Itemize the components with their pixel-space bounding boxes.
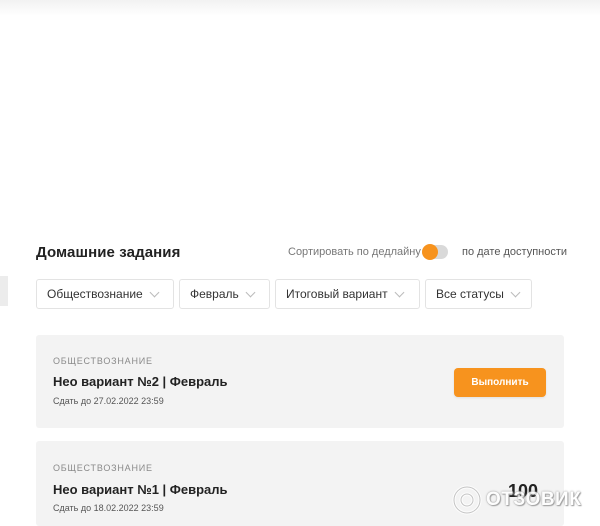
- top-blank-area: [0, 0, 600, 222]
- sort-toggle[interactable]: [422, 244, 448, 260]
- top-shade: [0, 0, 600, 16]
- chevron-down-icon: [394, 287, 405, 297]
- page-title: Домашние задания: [36, 244, 181, 261]
- sort-availability-label: по дате доступности: [462, 246, 568, 258]
- filter-month-label: Февраль: [190, 287, 239, 301]
- chevron-down-icon: [149, 287, 160, 297]
- header-row: Домашние задания Сортировать по дедлайну…: [36, 242, 568, 264]
- chevron-down-icon: [245, 287, 256, 297]
- otzovik-logo-icon: [452, 485, 482, 515]
- chevron-down-icon: [510, 287, 521, 297]
- watermark-text: ОТЗОВИК: [486, 489, 582, 510]
- assignment-title: Нео вариант №2 | Февраль: [53, 374, 228, 389]
- filter-subject-label: Обществознание: [47, 287, 143, 301]
- filter-variant-label: Итоговый вариант: [286, 287, 388, 301]
- filter-status-label: Все статусы: [436, 287, 504, 301]
- assignment-card[interactable]: ОБЩЕСТВОЗНАНИЕ Нео вариант №2 | Февраль …: [36, 335, 564, 428]
- filter-month[interactable]: Февраль: [179, 279, 270, 309]
- toggle-knob: [422, 244, 438, 260]
- filter-status[interactable]: Все статусы: [425, 279, 532, 309]
- sort-deadline-label: Сортировать по дедлайну: [288, 246, 421, 258]
- assignment-subject: ОБЩЕСТВОЗНАНИЕ: [53, 356, 153, 366]
- assignment-deadline: Сдать до 18.02.2022 23:59: [53, 503, 164, 513]
- assignment-title: Нео вариант №1 | Февраль: [53, 482, 228, 497]
- filter-variant[interactable]: Итоговый вариант: [275, 279, 420, 309]
- assignment-subject: ОБЩЕСТВОЗНАНИЕ: [53, 463, 153, 473]
- filter-subject[interactable]: Обществознание: [36, 279, 174, 309]
- otzovik-watermark: ОТЗОВИК: [452, 482, 581, 518]
- assignment-deadline: Сдать до 27.02.2022 23:59: [53, 396, 164, 406]
- left-edge-mark: [0, 276, 8, 306]
- do-assignment-button[interactable]: Выполнить: [454, 368, 546, 397]
